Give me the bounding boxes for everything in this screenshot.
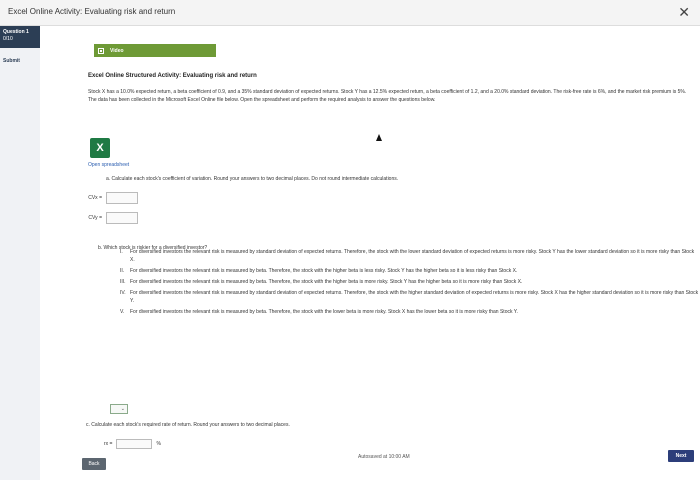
- window-title: Excel Online Activity: Evaluating risk a…: [8, 7, 176, 16]
- cvy-label: CVy =: [88, 215, 102, 221]
- part-a-question: a. Calculate each stock's coefficient of…: [106, 176, 399, 182]
- rx-input[interactable]: [116, 439, 153, 449]
- problem-statement: Stock X has a 10.0% expected return, a b…: [88, 89, 687, 103]
- rx-label: rx =: [104, 441, 113, 447]
- video-button[interactable]: Video: [94, 44, 216, 57]
- cvy-input[interactable]: [106, 212, 138, 224]
- part-b-options: I. For diversified investors the relevan…: [120, 248, 700, 319]
- autosave-status: Autosaved at 10:00 AM: [358, 454, 410, 460]
- title-bar: Excel Online Activity: Evaluating risk a…: [0, 0, 700, 26]
- video-icon: [98, 47, 104, 54]
- close-icon[interactable]: ✕: [678, 4, 690, 21]
- chevron-down-icon: ⌄: [120, 406, 125, 412]
- option-v[interactable]: V. For diversified investors the relevan…: [120, 308, 700, 316]
- percent-unit: %: [156, 441, 161, 447]
- part-b-answer-select[interactable]: ⌄: [110, 404, 128, 414]
- cvx-input[interactable]: [106, 192, 138, 204]
- option-iv[interactable]: IV. For diversified investors the releva…: [120, 289, 700, 305]
- question-score: 0/10: [3, 36, 13, 42]
- option-i[interactable]: I. For diversified investors the relevan…: [120, 248, 700, 264]
- question-label: Question 1: [3, 29, 29, 35]
- option-ii[interactable]: II. For diversified investors the releva…: [120, 267, 700, 275]
- rx-row: rx = %: [104, 439, 161, 449]
- main-content: Video Excel Online Structured Activity: …: [40, 26, 700, 480]
- part-c-question: c. Calculate each stock's required rate …: [86, 422, 290, 428]
- video-label: Video: [110, 47, 124, 54]
- excel-icon[interactable]: X: [90, 138, 114, 158]
- cvx-row: CVx =: [82, 192, 138, 204]
- submit-link[interactable]: Submit: [3, 58, 20, 64]
- mouse-cursor-icon: [376, 134, 382, 141]
- cvx-label: CVx =: [88, 195, 102, 201]
- back-button[interactable]: Back: [82, 458, 106, 470]
- sidebar: Question 1 0/10 Submit: [0, 26, 40, 480]
- option-iii[interactable]: III. For diversified investors the relev…: [120, 278, 700, 286]
- cvy-row: CVy =: [82, 212, 138, 224]
- sidebar-item-question-1[interactable]: Question 1 0/10: [0, 26, 40, 48]
- page-title: Excel Online Structured Activity: Evalua…: [88, 73, 257, 79]
- open-spreadsheet-link[interactable]: Open spreadsheet: [88, 162, 129, 168]
- next-button[interactable]: Next: [668, 450, 694, 462]
